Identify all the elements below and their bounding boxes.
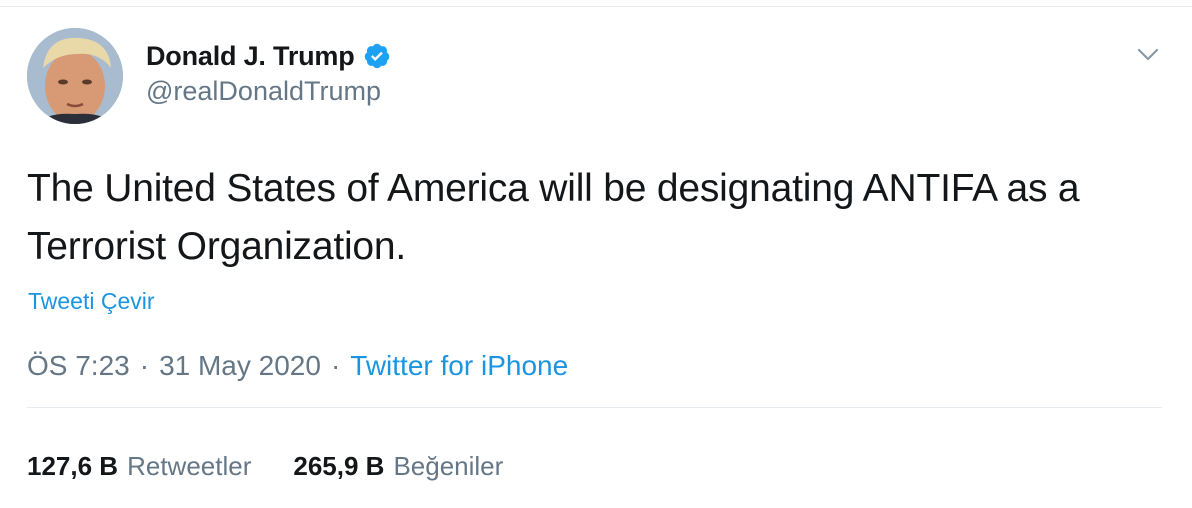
translate-tweet-link[interactable]: Tweeti Çevir bbox=[28, 288, 155, 315]
likes-stat[interactable]: 265,9 B Beğeniler bbox=[293, 451, 503, 482]
retweets-count: 127,6 B bbox=[27, 451, 119, 481]
top-divider bbox=[0, 6, 1192, 7]
tweet-card: Donald J. Trump @realDonaldTrump The Uni… bbox=[0, 0, 1192, 508]
tweet-source-link[interactable]: Twitter for iPhone bbox=[350, 350, 568, 382]
author-handle[interactable]: @realDonaldTrump bbox=[146, 76, 381, 107]
verified-badge-icon bbox=[363, 42, 391, 70]
tweet-text: The United States of America will be des… bbox=[27, 167, 1080, 268]
meta-separator: · bbox=[330, 350, 341, 381]
tweet-meta: ÖS 7:23 · 31 May 2020 · Twitter for iPho… bbox=[27, 350, 568, 382]
author-name-row[interactable]: Donald J. Trump bbox=[146, 38, 391, 74]
avatar-image bbox=[27, 28, 123, 124]
retweets-label: Retweetler bbox=[127, 451, 252, 481]
chevron-down-icon[interactable] bbox=[1134, 40, 1162, 68]
tweet-date[interactable]: 31 May 2020 bbox=[159, 350, 321, 382]
likes-label: Beğeniler bbox=[393, 451, 504, 481]
meta-separator: · bbox=[139, 350, 150, 381]
display-name[interactable]: Donald J. Trump bbox=[146, 41, 355, 72]
likes-count: 265,9 B bbox=[293, 451, 385, 481]
stats-divider bbox=[27, 407, 1162, 408]
avatar[interactable] bbox=[27, 28, 123, 124]
tweet-stats: 127,6 B Retweetler 265,9 B Beğeniler bbox=[27, 451, 503, 482]
retweets-stat[interactable]: 127,6 B Retweetler bbox=[27, 451, 251, 482]
tweet-time[interactable]: ÖS 7:23 bbox=[27, 350, 130, 382]
